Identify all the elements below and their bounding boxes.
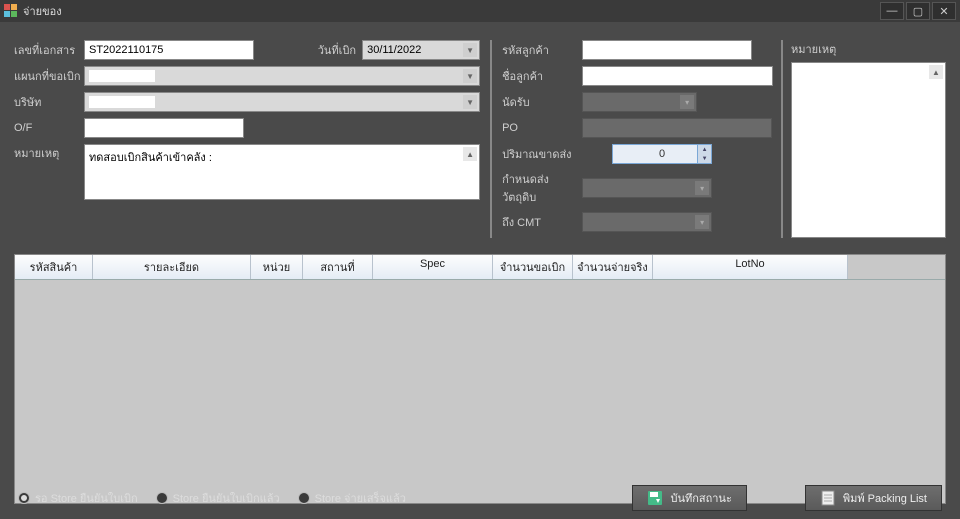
company-label: บริษัท <box>14 93 84 111</box>
window-title: จ่ายของ <box>23 2 878 20</box>
cust-name-input[interactable] <box>582 66 773 86</box>
vertical-separator <box>781 40 783 238</box>
company-select[interactable]: xxxxxxxxxxxx ▼ <box>84 92 480 112</box>
col-detail[interactable]: รายละเอียด <box>93 255 251 279</box>
close-button[interactable]: ✕ <box>932 2 956 20</box>
col-code[interactable]: รหัสสินค้า <box>15 255 93 279</box>
col-req-qty[interactable]: จำนวนขอเบิก <box>493 255 573 279</box>
short-qty-value: 0 <box>659 148 665 160</box>
status-radio-paid[interactable]: Store จ่ายเสร็จแล้ว <box>298 489 406 507</box>
status-radio-waiting[interactable]: รอ Store ยืนยันใบเบิก <box>18 489 138 507</box>
cust-code-input[interactable] <box>582 40 752 60</box>
dept-value: xxxxxxxxxxxx <box>89 70 155 82</box>
save-icon <box>647 490 663 506</box>
fabric-date-label: กำหนดส่งวัตถุดิบ <box>502 170 582 206</box>
company-value: xxxxxxxxxxxx <box>89 96 155 108</box>
short-qty-label: ปริมาณขาดส่ง <box>502 145 582 163</box>
po-label: PO <box>502 122 582 134</box>
dept-label: แผนกที่ขอเบิก <box>14 67 84 85</box>
col-pay-qty[interactable]: จำนวนจ่ายจริง <box>573 255 653 279</box>
cust-name-label: ชื่อลูกค้า <box>502 67 582 85</box>
remark-label: หมายเหตุ <box>14 144 84 162</box>
col-unit[interactable]: หน่วย <box>251 255 303 279</box>
chevron-down-icon: ▼ <box>463 69 477 83</box>
po-input[interactable] <box>582 118 772 138</box>
dept-select[interactable]: xxxxxxxxxxxx ▼ <box>84 66 480 86</box>
scroll-up-icon[interactable]: ▲ <box>929 65 943 79</box>
items-grid[interactable]: รหัสสินค้า รายละเอียด หน่วย สถานที่ Spec… <box>14 254 946 504</box>
remark2-label: หมายเหตุ <box>791 40 946 58</box>
issue-date-picker[interactable]: 30/11/2022 ▼ <box>362 40 480 60</box>
radio-icon <box>156 492 168 504</box>
minimize-button[interactable]: — <box>880 2 904 20</box>
short-qty-spinner[interactable]: 0 ▲▼ <box>612 144 712 164</box>
radio-icon <box>18 492 30 504</box>
spin-down-icon[interactable]: ▼ <box>697 154 711 163</box>
scroll-up-icon[interactable]: ▲ <box>463 147 477 161</box>
issue-date-value: 30/11/2022 <box>367 44 421 56</box>
cust-code-label: รหัสลูกค้า <box>502 41 582 59</box>
status-radio-paid-label: Store จ่ายเสร็จแล้ว <box>315 489 406 507</box>
spin-up-icon[interactable]: ▲ <box>697 145 711 154</box>
chevron-down-icon: ▼ <box>463 43 477 57</box>
col-spec[interactable]: Spec <box>373 255 493 279</box>
chevron-down-icon: ▾ <box>695 215 709 229</box>
document-icon <box>820 490 836 506</box>
vertical-separator <box>490 40 492 238</box>
remark2-textarea[interactable]: ▲ <box>791 62 946 238</box>
fabric-date-select[interactable]: ▾ <box>582 178 712 198</box>
footer-bar: รอ Store ยืนยันใบเบิก Store ยืนยันใบเบิก… <box>8 483 952 513</box>
print-packing-button[interactable]: พิมพ์ Packing List <box>805 485 942 511</box>
receive-select[interactable]: ▾ <box>582 92 697 112</box>
app-icon <box>4 4 18 18</box>
radio-icon <box>298 492 310 504</box>
chevron-down-icon: ▾ <box>695 181 709 195</box>
col-location[interactable]: สถานที่ <box>303 255 373 279</box>
save-status-label: บันทึกสถานะ <box>670 489 731 507</box>
print-packing-label: พิมพ์ Packing List <box>843 489 927 507</box>
remark-textarea[interactable]: ทดสอบเบิกสินค้าเข้าคลัง : ▲ <box>84 144 480 200</box>
doc-no-input[interactable] <box>84 40 254 60</box>
cmt-select[interactable]: ▾ <box>582 212 712 232</box>
maximize-button[interactable]: ▢ <box>906 2 930 20</box>
grid-header: รหัสสินค้า รายละเอียด หน่วย สถานที่ Spec… <box>15 255 945 280</box>
status-radio-confirmed[interactable]: Store ยืนยันใบเบิกแล้ว <box>156 489 280 507</box>
status-radio-confirmed-label: Store ยืนยันใบเบิกแล้ว <box>173 489 280 507</box>
remark-value: ทดสอบเบิกสินค้าเข้าคลัง : <box>89 152 212 164</box>
col-lotno[interactable]: LotNo <box>653 255 848 279</box>
doc-no-label: เลขที่เอกสาร <box>14 41 84 59</box>
cmt-label: ถึง CMT <box>502 213 582 231</box>
of-input[interactable] <box>84 118 244 138</box>
receive-label: นัดรับ <box>502 93 582 111</box>
status-radio-waiting-label: รอ Store ยืนยันใบเบิก <box>35 489 138 507</box>
titlebar: จ่ายของ — ▢ ✕ <box>0 0 960 22</box>
of-label: O/F <box>14 122 84 134</box>
chevron-down-icon: ▾ <box>680 95 694 109</box>
save-status-button[interactable]: บันทึกสถานะ <box>632 485 746 511</box>
issue-date-label: วันที่เบิก <box>317 41 362 59</box>
chevron-down-icon: ▼ <box>463 95 477 109</box>
col-filler <box>848 255 945 279</box>
